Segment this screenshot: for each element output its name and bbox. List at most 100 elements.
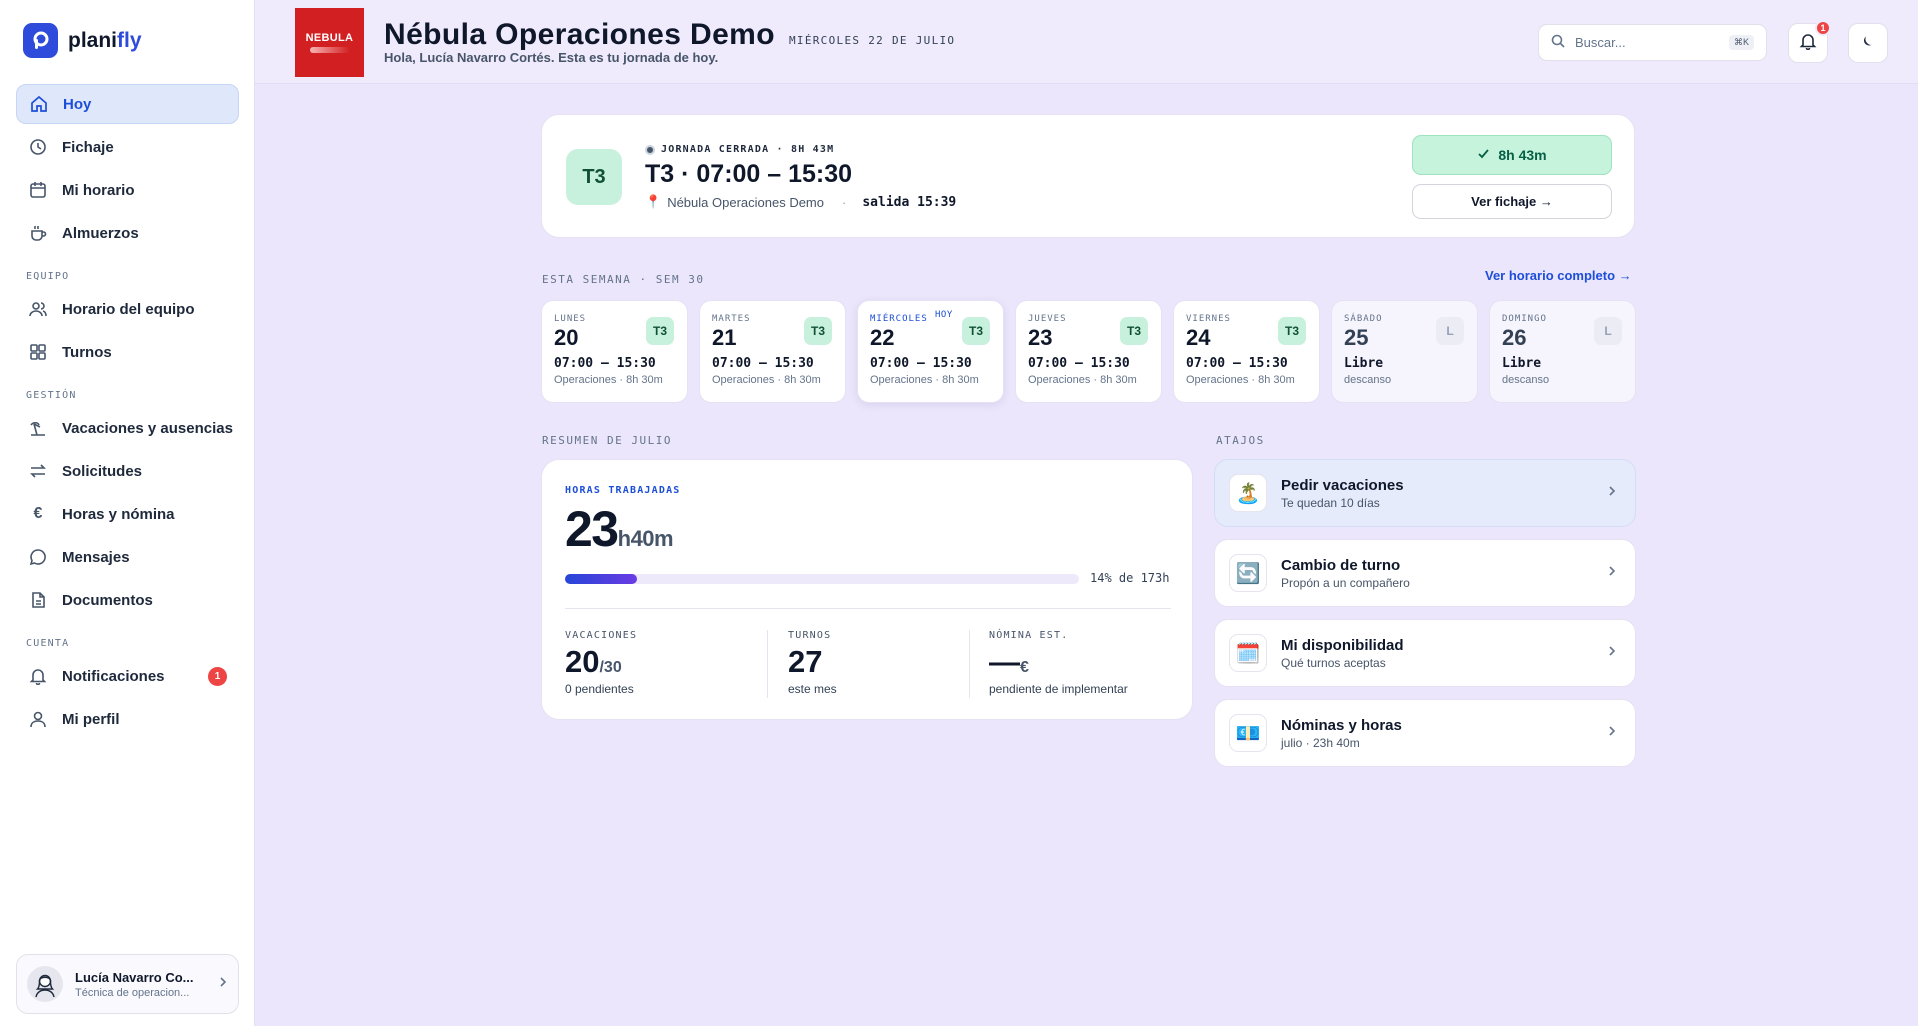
sidebar-item-mi-horario[interactable]: Mi horario	[16, 170, 239, 210]
sidebar-item-documentos[interactable]: Documentos	[16, 580, 239, 620]
check-icon	[1477, 147, 1490, 163]
week-days: LUNES 20 T3 07:00 – 15:30 Operaciones · 8h 3…	[541, 300, 1636, 403]
monthly-summary-card: HORAS TRABAJADAS 23h40m 14% de 173h VACA…	[541, 459, 1193, 720]
search-input[interactable]: Buscar... ⌘K	[1538, 24, 1767, 61]
search-shortcut: ⌘K	[1728, 35, 1754, 50]
sidebar-item-notificaciones[interactable]: Notificaciones 1	[16, 656, 239, 696]
sidebar-item-almuerzos[interactable]: Almuerzos	[16, 213, 239, 253]
shift-code-tile: T3	[566, 149, 622, 205]
sidebar-item-fichaje[interactable]: Fichaje	[16, 127, 239, 167]
section-label-equipo: EQUIPO	[26, 270, 70, 282]
shift-title: T3 · 07:00 – 15:30	[645, 160, 853, 188]
location-name: Nébula Operaciones Demo	[667, 194, 824, 210]
sidebar-item-horario-equipo[interactable]: Horario del equipo	[16, 289, 239, 329]
separator: ·	[842, 194, 847, 210]
shift-chip: L	[1594, 317, 1622, 345]
theme-toggle-button[interactable]	[1848, 23, 1888, 63]
day-card[interactable]: DOMINGO 26 L Libre descanso	[1489, 300, 1636, 403]
shift-chip: L	[1436, 317, 1464, 345]
day-card[interactable]: LUNES 20 T3 07:00 – 15:30 Operaciones · 8h 3…	[541, 300, 688, 403]
swap-icon: 🔄	[1229, 554, 1267, 592]
shift-chip: T3	[804, 317, 832, 345]
day-time: Libre	[1344, 356, 1384, 371]
sidebar-item-hoy[interactable]: Hoy	[16, 84, 239, 124]
sidebar-item-label: Notificaciones	[62, 667, 165, 685]
shortcut-nominas-horas[interactable]: 💶 Nóminas y horas julio · 23h 40m	[1214, 699, 1636, 767]
euro-icon: €	[33, 505, 43, 522]
hours-progress-text: 14% de 173h	[1090, 571, 1170, 585]
current-date: MIÉRCOLES 22 DE JULIO	[788, 34, 956, 47]
day-time: 07:00 – 15:30	[712, 356, 814, 371]
view-fichaje-button[interactable]: Ver fichaje →	[1412, 184, 1612, 219]
user-menu[interactable]: Lucía Navarro Co... Técnica de operacion…	[16, 954, 239, 1014]
sidebar-item-mi-perfil[interactable]: Mi perfil	[16, 699, 239, 739]
coffee-icon	[29, 224, 47, 242]
sidebar-item-mensajes[interactable]: Mensajes	[16, 537, 239, 577]
shift-chip: T3	[1278, 317, 1306, 345]
calendar-icon	[29, 181, 47, 199]
sidebar-item-label: Almuerzos	[62, 224, 139, 242]
shift-chip: T3	[1120, 317, 1148, 345]
chevron-right-icon	[218, 975, 228, 993]
today-badge: HOY	[935, 310, 953, 320]
bell-icon	[29, 667, 47, 685]
sidebar-item-horas-nomina[interactable]: € Horas y nómina	[16, 494, 239, 534]
day-card[interactable]: MARTES 21 T3 07:00 – 15:30 Operaciones · 8h …	[699, 300, 846, 403]
sidebar-item-label: Mensajes	[62, 548, 130, 566]
top-header: NEBULA Nébula Operaciones Demo MIÉRCOLES…	[255, 0, 1918, 84]
app-logo[interactable]: planifly	[23, 23, 142, 58]
sidebar-item-label: Horario del equipo	[62, 300, 195, 318]
full-schedule-link[interactable]: Ver horario completo →	[1485, 268, 1632, 283]
chevron-right-icon	[1607, 644, 1617, 662]
shortcut-cambio-turno[interactable]: 🔄 Cambio de turno Propón a un compañero	[1214, 539, 1636, 607]
day-card[interactable]: JUEVES 23 T3 07:00 – 15:30 Operaciones · 8h …	[1015, 300, 1162, 403]
day-card[interactable]: MIÉRCOLES HOY 22 T3 07:00 – 15:30 Operaciones…	[857, 300, 1004, 403]
week-heading: ESTA SEMANA · SEM 30	[542, 273, 705, 286]
worked-hours-badge: 8h 43m	[1412, 135, 1612, 175]
shortcut-mi-disponibilidad[interactable]: 🗓️ Mi disponibilidad Qué turnos aceptas	[1214, 619, 1636, 687]
sidebar-item-label: Vacaciones y ausencias	[62, 419, 233, 437]
chevron-right-icon	[1607, 724, 1617, 742]
day-time: Libre	[1502, 356, 1542, 371]
sidebar-item-label: Hoy	[63, 95, 92, 113]
day-card[interactable]: SÁBADO 25 L Libre descanso	[1331, 300, 1478, 403]
divider	[565, 608, 1171, 609]
user-icon	[29, 710, 47, 728]
stat-nomina: NÓMINA EST. —€ pendiente de implementar	[989, 630, 1128, 696]
hours-worked-value: 23h40m	[565, 501, 674, 557]
sidebar-item-label: Mi horario	[62, 181, 135, 199]
map-pin-icon: 📍	[645, 194, 662, 209]
notifications-button[interactable]: 1	[1788, 20, 1831, 63]
status-dot-icon	[645, 144, 655, 155]
today-shift-card: T3 JORNADA CERRADA · 8H 43M T3 · 07:00 –…	[541, 114, 1635, 238]
day-detail: Operaciones · 8h 30m	[554, 374, 663, 386]
home-icon	[30, 95, 48, 113]
sidebar-item-label: Horas y nómina	[62, 505, 175, 523]
section-label-cuenta: CUENTA	[26, 637, 70, 649]
shift-chip: T3	[962, 317, 990, 345]
greeting: Hola, Lucía Navarro Cortés. Esta es tu j…	[384, 50, 719, 65]
day-card[interactable]: VIERNES 24 T3 07:00 – 15:30 Operaciones · 8h…	[1173, 300, 1320, 403]
sidebar: planifly Hoy Fichaje Mi horario Almuerzo…	[0, 0, 255, 1026]
search-icon	[1551, 34, 1565, 51]
day-detail: Operaciones · 8h 30m	[1186, 374, 1295, 386]
calendar-icon: 🗓️	[1229, 634, 1267, 672]
main-nav: Hoy Fichaje Mi horario Almuerzos EQUIPO …	[16, 84, 239, 742]
shortcut-pedir-vacaciones[interactable]: 🏝️ Pedir vacaciones Te quedan 10 días	[1214, 459, 1636, 527]
search-placeholder: Buscar...	[1575, 35, 1626, 50]
sidebar-item-label: Fichaje	[62, 138, 114, 156]
sidebar-item-label: Turnos	[62, 343, 112, 361]
sidebar-item-solicitudes[interactable]: Solicitudes	[16, 451, 239, 491]
sidebar-item-label: Documentos	[62, 591, 153, 609]
sidebar-item-label: Mi perfil	[62, 710, 120, 728]
money-icon: 💶	[1229, 714, 1267, 752]
stat-turnos: TURNOS 27 este mes	[788, 630, 837, 696]
clock-icon	[29, 138, 47, 156]
user-role: Técnica de operacion...	[75, 986, 190, 999]
sidebar-item-turnos[interactable]: Turnos	[16, 332, 239, 372]
day-detail: Operaciones · 8h 30m	[1028, 374, 1137, 386]
day-time: 07:00 – 15:30	[1186, 356, 1288, 371]
divider	[969, 630, 970, 698]
notification-count-badge: 1	[208, 666, 227, 686]
sidebar-item-vacaciones[interactable]: Vacaciones y ausencias	[16, 408, 239, 448]
